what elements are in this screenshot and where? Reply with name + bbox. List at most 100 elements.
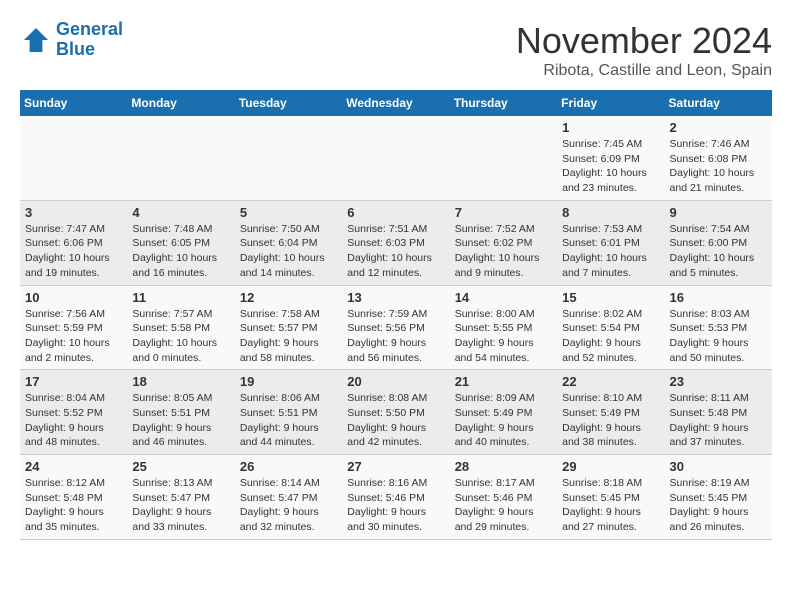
day-info: Sunrise: 8:18 AM Sunset: 5:45 PM Dayligh…	[562, 476, 659, 535]
day-number: 22	[562, 374, 659, 389]
calendar-week-row: 24Sunrise: 8:12 AM Sunset: 5:48 PM Dayli…	[20, 455, 772, 540]
day-info: Sunrise: 7:54 AM Sunset: 6:00 PM Dayligh…	[670, 222, 767, 281]
calendar-cell: 18 Sunrise: 8:05 AM Sunset: 5:51 PM Dayli…	[127, 370, 234, 455]
day-info: Sunrise: 8:16 AM Sunset: 5:46 PM Dayligh…	[347, 476, 444, 535]
day-info: Sunrise: 8:12 AM Sunset: 5:48 PM Dayligh…	[25, 476, 122, 535]
title-area: November 2024 Ribota, Castille and Leon,…	[516, 20, 772, 80]
day-info: Sunrise: 7:50 AM Sunset: 6:04 PM Dayligh…	[240, 222, 337, 281]
calendar-cell	[127, 116, 234, 200]
logo: General Blue	[20, 20, 123, 60]
page-header: General Blue November 2024 Ribota, Casti…	[20, 20, 772, 80]
day-info: Sunrise: 8:17 AM Sunset: 5:46 PM Dayligh…	[455, 476, 552, 535]
day-number: 18	[132, 374, 229, 389]
calendar-header-row: SundayMondayTuesdayWednesdayThursdayFrid…	[20, 90, 772, 116]
weekday-header-monday: Monday	[127, 90, 234, 116]
day-number: 20	[347, 374, 444, 389]
calendar-cell: 27Sunrise: 8:16 AM Sunset: 5:46 PM Dayli…	[342, 455, 449, 540]
calendar-table: SundayMondayTuesdayWednesdayThursdayFrid…	[20, 90, 772, 540]
weekday-header-thursday: Thursday	[450, 90, 557, 116]
calendar-cell	[235, 116, 342, 200]
day-number: 1	[562, 120, 659, 135]
calendar-cell: 28 Sunrise: 8:17 AM Sunset: 5:46 PM Dayli…	[450, 455, 557, 540]
day-number: 3	[25, 205, 122, 220]
calendar-cell: 7Sunrise: 7:52 AM Sunset: 6:02 PM Daylig…	[450, 200, 557, 285]
calendar-cell: 10 Sunrise: 7:56 AM Sunset: 5:59 PM Dayli…	[20, 285, 127, 370]
day-info: Sunrise: 7:48 AM Sunset: 6:05 PM Dayligh…	[132, 222, 229, 281]
day-number: 25	[132, 459, 229, 474]
calendar-cell: 11 Sunrise: 7:57 AM Sunset: 5:58 PM Dayli…	[127, 285, 234, 370]
day-number: 11	[132, 290, 229, 305]
calendar-week-row: 10 Sunrise: 7:56 AM Sunset: 5:59 PM Dayli…	[20, 285, 772, 370]
day-info: Sunrise: 8:10 AM Sunset: 5:49 PM Dayligh…	[562, 391, 659, 450]
day-number: 7	[455, 205, 552, 220]
calendar-cell: 20 Sunrise: 8:08 AM Sunset: 5:50 PM Dayli…	[342, 370, 449, 455]
day-number: 2	[670, 120, 767, 135]
calendar-cell: 14 Sunrise: 8:00 AM Sunset: 5:55 PM Dayli…	[450, 285, 557, 370]
day-number: 16	[670, 290, 767, 305]
weekday-header-sunday: Sunday	[20, 90, 127, 116]
calendar-week-row: 17 Sunrise: 8:04 AM Sunset: 5:52 PM Dayli…	[20, 370, 772, 455]
day-info: Sunrise: 8:05 AM Sunset: 5:51 PM Dayligh…	[132, 391, 229, 450]
calendar-cell: 16 Sunrise: 8:03 AM Sunset: 5:53 PM Dayli…	[665, 285, 772, 370]
day-number: 8	[562, 205, 659, 220]
day-info: Sunrise: 8:02 AM Sunset: 5:54 PM Dayligh…	[562, 307, 659, 366]
day-number: 5	[240, 205, 337, 220]
day-number: 17	[25, 374, 122, 389]
weekday-header-friday: Friday	[557, 90, 664, 116]
day-number: 26	[240, 459, 337, 474]
calendar-cell: 4 Sunrise: 7:48 AM Sunset: 6:05 PM Daylig…	[127, 200, 234, 285]
day-info: Sunrise: 8:08 AM Sunset: 5:50 PM Dayligh…	[347, 391, 444, 450]
calendar-cell: 30 Sunrise: 8:19 AM Sunset: 5:45 PM Dayli…	[665, 455, 772, 540]
day-info: Sunrise: 8:03 AM Sunset: 5:53 PM Dayligh…	[670, 307, 767, 366]
day-info: Sunrise: 8:11 AM Sunset: 5:48 PM Dayligh…	[670, 391, 767, 450]
day-number: 12	[240, 290, 337, 305]
day-info: Sunrise: 8:00 AM Sunset: 5:55 PM Dayligh…	[455, 307, 552, 366]
day-info: Sunrise: 8:14 AM Sunset: 5:47 PM Dayligh…	[240, 476, 337, 535]
day-info: Sunrise: 8:19 AM Sunset: 5:45 PM Dayligh…	[670, 476, 767, 535]
day-info: Sunrise: 7:47 AM Sunset: 6:06 PM Dayligh…	[25, 222, 122, 281]
day-info: Sunrise: 8:13 AM Sunset: 5:47 PM Dayligh…	[132, 476, 229, 535]
day-number: 29	[562, 459, 659, 474]
calendar-cell: 25 Sunrise: 8:13 AM Sunset: 5:47 PM Dayli…	[127, 455, 234, 540]
calendar-cell: 12Sunrise: 7:58 AM Sunset: 5:57 PM Dayli…	[235, 285, 342, 370]
calendar-cell: 24Sunrise: 8:12 AM Sunset: 5:48 PM Dayli…	[20, 455, 127, 540]
weekday-header-saturday: Saturday	[665, 90, 772, 116]
day-info: Sunrise: 8:04 AM Sunset: 5:52 PM Dayligh…	[25, 391, 122, 450]
day-info: Sunrise: 7:53 AM Sunset: 6:01 PM Dayligh…	[562, 222, 659, 281]
calendar-cell: 9 Sunrise: 7:54 AM Sunset: 6:00 PM Daylig…	[665, 200, 772, 285]
calendar-cell: 22 Sunrise: 8:10 AM Sunset: 5:49 PM Dayli…	[557, 370, 664, 455]
day-number: 19	[240, 374, 337, 389]
calendar-cell: 23 Sunrise: 8:11 AM Sunset: 5:48 PM Dayli…	[665, 370, 772, 455]
day-info: Sunrise: 7:45 AM Sunset: 6:09 PM Dayligh…	[562, 137, 659, 196]
month-year-title: November 2024	[516, 20, 772, 62]
day-number: 9	[670, 205, 767, 220]
calendar-cell: 1 Sunrise: 7:45 AM Sunset: 6:09 PM Daylig…	[557, 116, 664, 200]
calendar-week-row: 3 Sunrise: 7:47 AM Sunset: 6:06 PM Daylig…	[20, 200, 772, 285]
calendar-cell	[450, 116, 557, 200]
day-number: 30	[670, 459, 767, 474]
location-subtitle: Ribota, Castille and Leon, Spain	[516, 62, 772, 80]
weekday-header-wednesday: Wednesday	[342, 90, 449, 116]
day-number: 14	[455, 290, 552, 305]
calendar-cell: 2 Sunrise: 7:46 AM Sunset: 6:08 PM Daylig…	[665, 116, 772, 200]
weekday-header-tuesday: Tuesday	[235, 90, 342, 116]
day-number: 4	[132, 205, 229, 220]
calendar-week-row: 1 Sunrise: 7:45 AM Sunset: 6:09 PM Daylig…	[20, 116, 772, 200]
day-info: Sunrise: 7:56 AM Sunset: 5:59 PM Dayligh…	[25, 307, 122, 366]
calendar-cell: 8 Sunrise: 7:53 AM Sunset: 6:01 PM Daylig…	[557, 200, 664, 285]
day-number: 10	[25, 290, 122, 305]
day-info: Sunrise: 7:59 AM Sunset: 5:56 PM Dayligh…	[347, 307, 444, 366]
calendar-cell	[342, 116, 449, 200]
calendar-cell: 17 Sunrise: 8:04 AM Sunset: 5:52 PM Dayli…	[20, 370, 127, 455]
day-number: 15	[562, 290, 659, 305]
calendar-cell: 3 Sunrise: 7:47 AM Sunset: 6:06 PM Daylig…	[20, 200, 127, 285]
day-info: Sunrise: 8:06 AM Sunset: 5:51 PM Dayligh…	[240, 391, 337, 450]
day-info: Sunrise: 7:51 AM Sunset: 6:03 PM Dayligh…	[347, 222, 444, 281]
day-info: Sunrise: 7:57 AM Sunset: 5:58 PM Dayligh…	[132, 307, 229, 366]
day-number: 28	[455, 459, 552, 474]
day-info: Sunrise: 7:46 AM Sunset: 6:08 PM Dayligh…	[670, 137, 767, 196]
logo-text: General Blue	[56, 20, 123, 60]
day-number: 23	[670, 374, 767, 389]
day-info: Sunrise: 8:09 AM Sunset: 5:49 PM Dayligh…	[455, 391, 552, 450]
calendar-cell: 19 Sunrise: 8:06 AM Sunset: 5:51 PM Dayli…	[235, 370, 342, 455]
